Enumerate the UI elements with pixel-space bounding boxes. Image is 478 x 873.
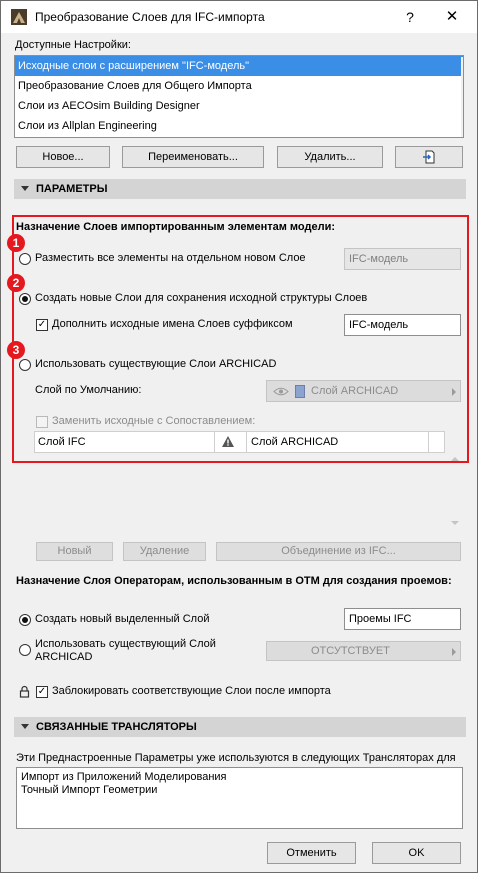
mapping-table[interactable]: Слой IFC Слой ARCHICAD [34,431,445,453]
column-divider [214,432,215,452]
use-existing-layers-radio[interactable] [19,359,31,371]
default-layer-label: Слой по Умолчанию: [35,384,142,396]
list-item[interactable]: Исходные слои с расширением "IFC-модель" [15,56,463,76]
table-scroll-down-icon[interactable] [451,521,459,525]
column-divider [428,432,429,452]
table-scroll-up-icon[interactable] [451,457,459,461]
list-scrollbar[interactable] [461,57,463,137]
annotation-badge-3: 3 [7,341,25,359]
create-dedicated-layer-label: Создать новый выделенный Слой [35,613,210,625]
eye-icon [273,387,289,396]
layer-assign-title: Назначение Слоев импортированным элемент… [16,221,336,233]
chevron-right-icon [452,648,456,656]
openings-layer-title: Назначение Слоя Операторам, использованн… [16,575,452,587]
presets-label: Доступные Настройки: [15,39,131,51]
single-layer-name-field[interactable]: IFC-модель [344,248,461,270]
help-button[interactable]: ? [397,5,423,29]
default-layer-dropdown[interactable]: Слой ARCHICAD [266,380,461,402]
collapse-triangle-icon [21,186,29,191]
translators-header-label: СВЯЗАННЫЕ ТРАНСЛЯТОРЫ [36,721,197,733]
replace-mapping-label: Заменить исходные с Сопоставлением: [52,415,256,427]
parameters-section-header[interactable]: ПАРАМЕТРЫ [14,179,466,199]
collapse-triangle-icon [21,724,29,729]
append-suffix-checkbox[interactable]: ✓ [36,319,48,331]
scroll-thumb[interactable] [463,73,464,93]
column-header-ifc-layer: Слой IFC [38,436,86,448]
close-button[interactable]: ✕ [439,5,465,29]
delete-mapping-button[interactable]: Удаление [123,542,206,561]
presets-list[interactable]: Исходные слои с расширением "IFC-модель"… [14,55,464,138]
use-existing-layers-label: Использовать существующие Слои ARCHICAD [35,358,277,370]
list-item: Импорт из Приложений Моделирования [21,771,227,783]
openings-layer-name-field[interactable]: Проемы IFC [344,608,461,630]
cancel-button[interactable]: Отменить [267,842,356,864]
window-title: Преобразование Слоев для IFC-импорта [35,10,265,24]
create-new-layers-radio[interactable] [19,293,31,305]
create-dedicated-layer-radio[interactable] [19,614,31,626]
import-preset-button[interactable] [395,146,463,168]
rename-preset-button[interactable]: Переименовать... [122,146,264,168]
title-bar: Преобразование Слоев для IFC-импорта ? ✕ [1,1,477,33]
merge-from-ifc-button[interactable]: Объединение из IFC... [216,542,461,561]
lock-icon [19,685,30,698]
archicad-app-icon [11,9,27,25]
place-all-single-layer-label: Разместить все элементы на отдельном нов… [35,252,306,264]
dialog-window: Преобразование Слоев для IFC-импорта ? ✕… [0,0,478,873]
place-all-single-layer-radio[interactable] [19,253,31,265]
translators-section-header[interactable]: СВЯЗАННЫЕ ТРАНСЛЯТОРЫ [14,717,466,737]
new-mapping-button[interactable]: Новый [36,542,113,561]
warning-icon [222,436,234,447]
existing-layer-dropdown[interactable]: ОТСУТСТВУЕТ [266,641,461,661]
list-item[interactable]: Слои из Allplan Engineering [15,116,463,136]
suffix-field[interactable]: IFC-модель [344,314,461,336]
list-item[interactable]: Преобразование Слоев для Общего Импорта [15,76,463,96]
translators-list[interactable]: Импорт из Приложений Моделирования Точны… [16,767,463,829]
column-divider [246,432,247,452]
annotation-badge-1: 1 [7,234,25,252]
use-existing-layer-radio[interactable] [19,644,31,656]
parameters-header-label: ПАРАМЕТРЫ [36,183,108,195]
use-existing-layer-label-line2: ARCHICAD [35,651,93,663]
chevron-right-icon [452,388,456,396]
new-preset-button[interactable]: Новое... [16,146,110,168]
ok-button[interactable]: OK [372,842,461,864]
use-existing-layer-label-line1: Использовать существующий Слой [35,638,216,650]
create-new-layers-label: Создать новые Слои для сохранения исходн… [35,292,368,304]
default-layer-value: Слой ARCHICAD [311,385,399,397]
existing-layer-value: ОТСУТСТВУЕТ [311,645,390,657]
list-item[interactable]: Слои из AECOsim Building Designer [15,96,463,116]
annotation-badge-2: 2 [7,274,25,292]
translators-description: Эти Преднастроенные Параметры уже исполь… [16,752,456,764]
lock-layers-checkbox[interactable]: ✓ [36,686,48,698]
import-file-icon [423,150,435,164]
layer-icon [295,385,305,398]
list-item: Точный Импорт Геометрии [21,784,158,796]
lock-layers-label: Заблокировать соответствующие Слои после… [52,685,331,697]
replace-mapping-checkbox[interactable] [36,416,48,428]
delete-preset-button[interactable]: Удалить... [277,146,383,168]
append-suffix-label: Дополнить исходные имена Слоев суффиксом [52,318,293,330]
column-header-archicad-layer: Слой ARCHICAD [251,436,339,448]
